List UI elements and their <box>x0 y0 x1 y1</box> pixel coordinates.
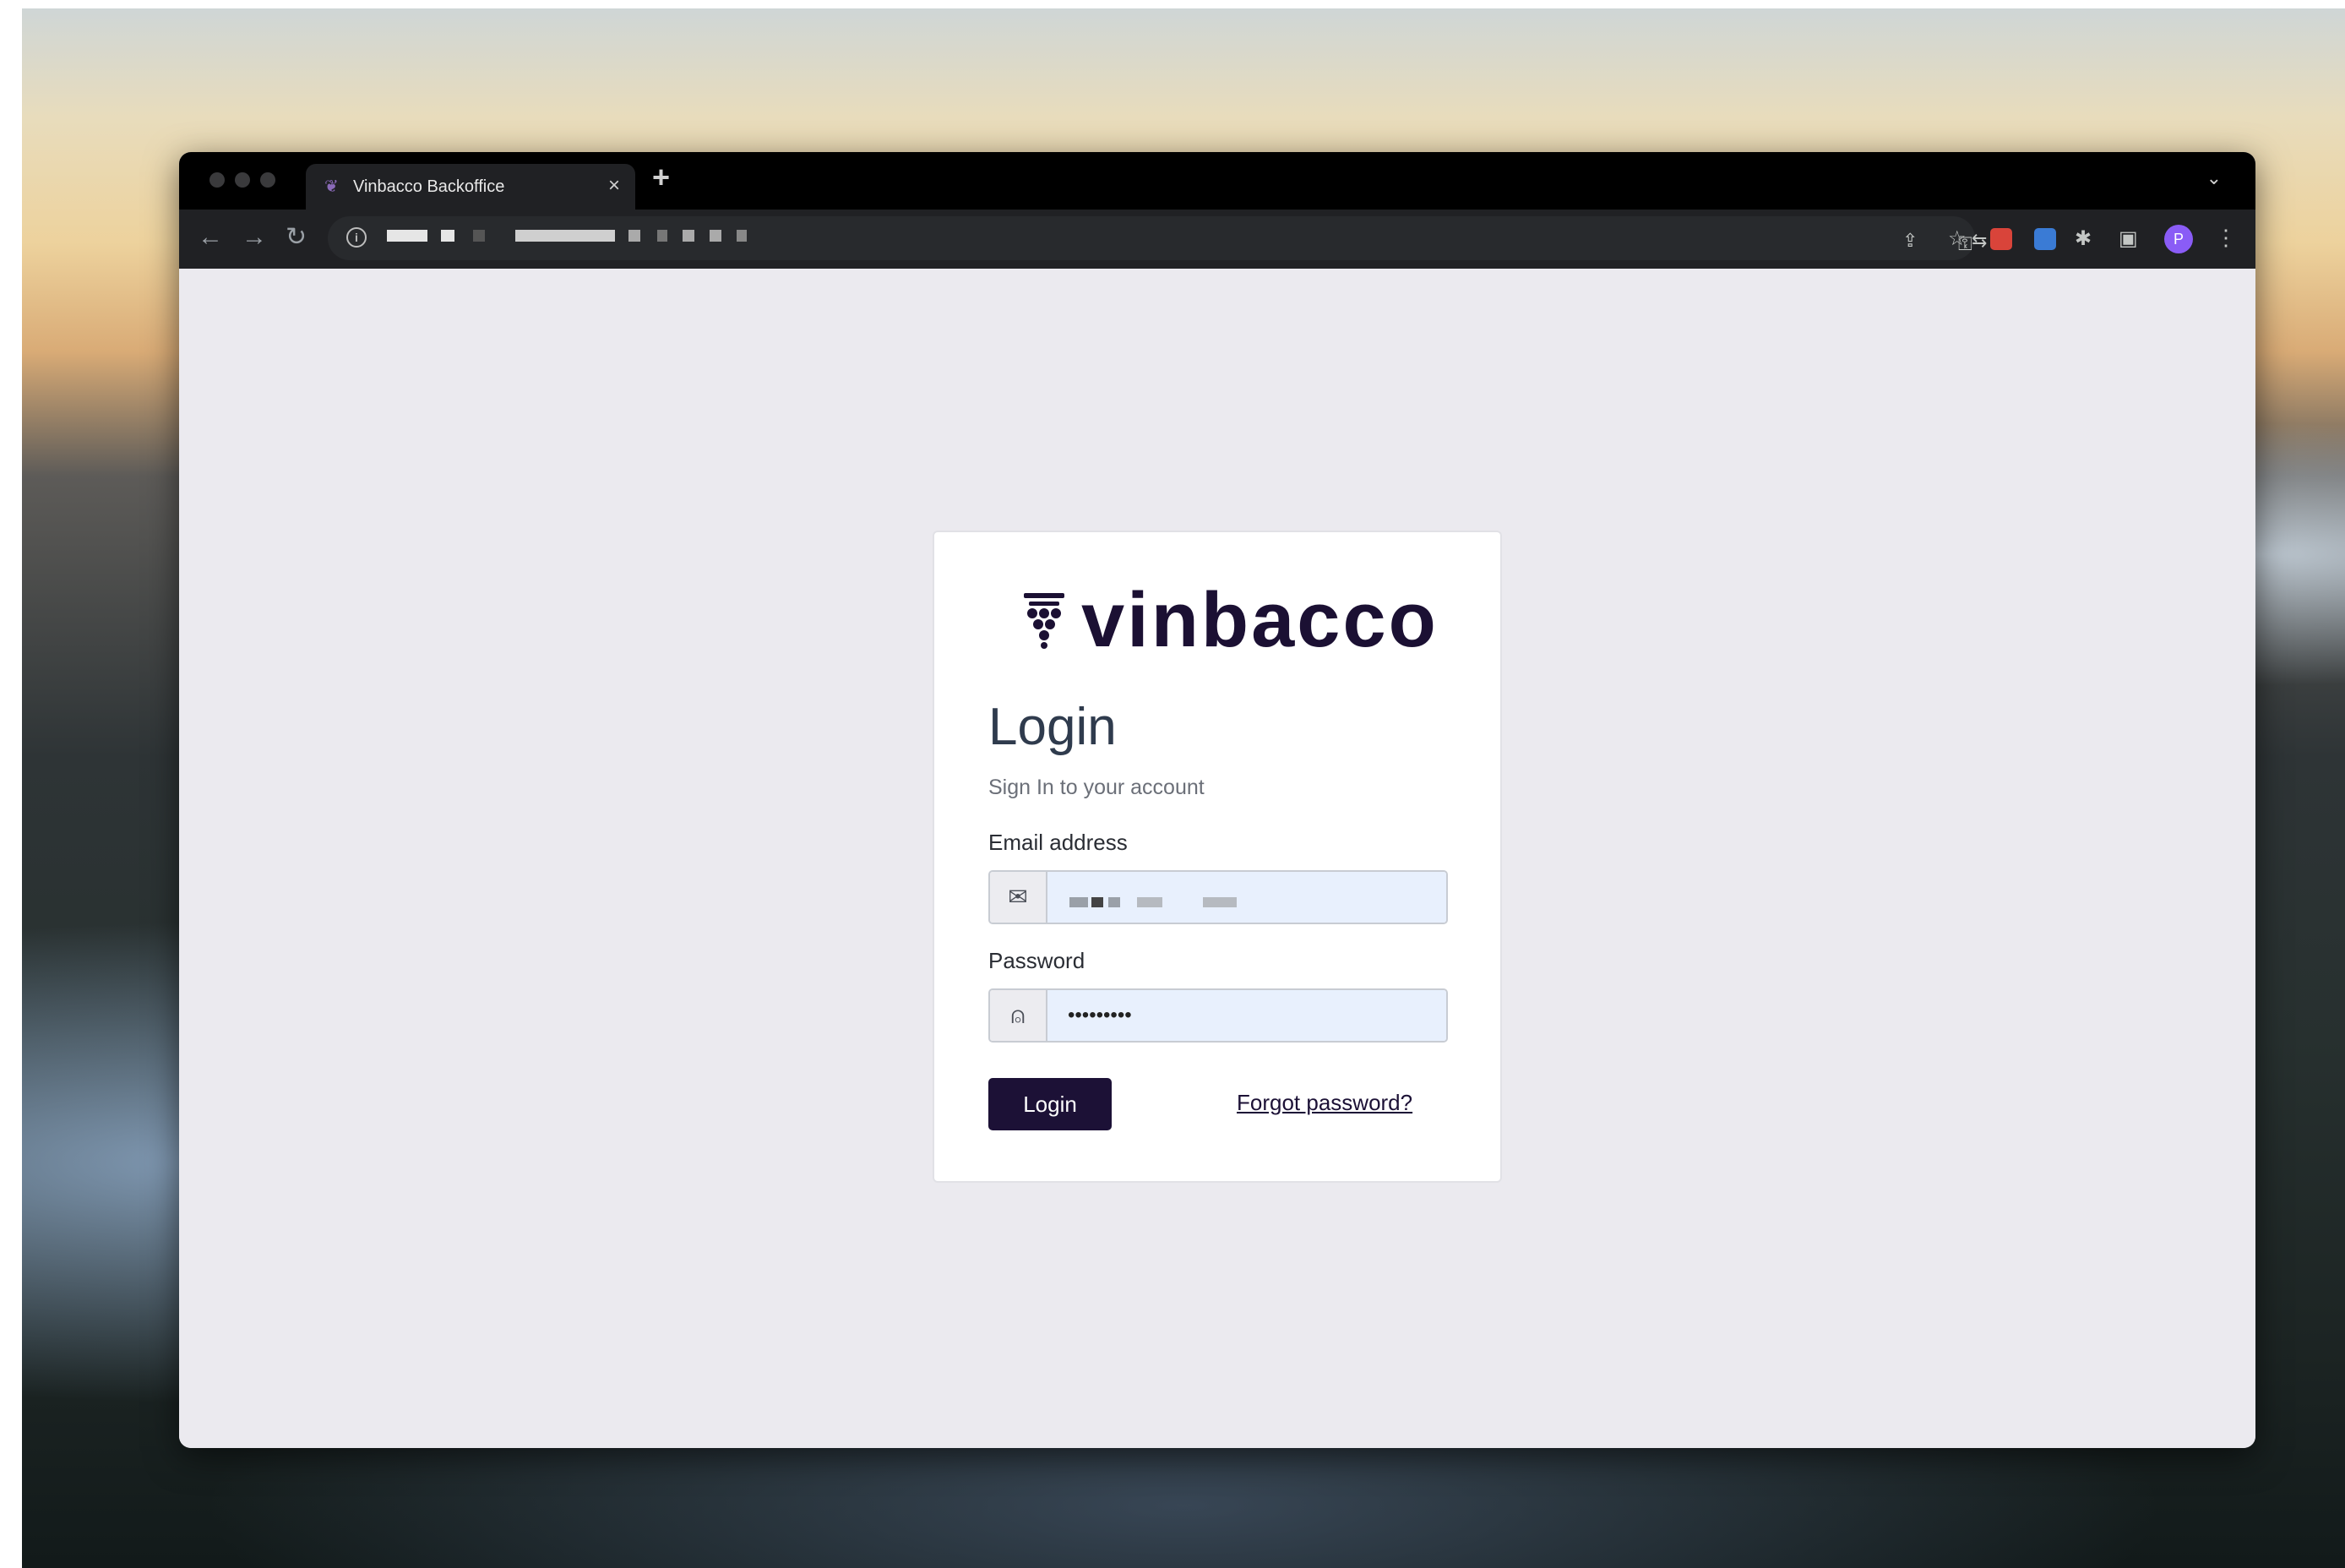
redacted-url-segment <box>515 230 615 242</box>
address-bar[interactable]: i ⚿ <box>328 216 1975 260</box>
login-button[interactable]: Login <box>988 1078 1112 1130</box>
window-zoom-dot[interactable] <box>260 172 275 188</box>
redacted-url-segment <box>657 230 667 242</box>
menu-kebab-icon[interactable]: ⋮ <box>2215 223 2237 252</box>
extension-blue-icon[interactable] <box>2034 228 2056 250</box>
forgot-password-link[interactable]: Forgot password? <box>1237 1090 1412 1116</box>
translate-icon[interactable]: ⇆ <box>1972 226 1987 255</box>
redacted-url-segment <box>473 230 485 242</box>
window-close-dot[interactable] <box>209 172 225 188</box>
profile-avatar[interactable]: P <box>2164 225 2193 253</box>
page-subtitle: Sign In to your account <box>988 776 1205 799</box>
puzzle-icon[interactable]: ✱ <box>2075 225 2092 253</box>
redacted-url-segment <box>737 230 747 242</box>
star-icon[interactable]: ☆ <box>1948 225 1967 253</box>
tab-bar: ❦ Vinbacco Backoffice × + ⌄ <box>179 152 2255 210</box>
grape-logo-icon <box>1024 593 1064 649</box>
login-card: vinbacco Login Sign In to your account E… <box>933 531 1502 1183</box>
redacted-email-segment <box>1069 897 1088 907</box>
redacted-url-segment <box>710 230 721 242</box>
envelope-icon: ✉ <box>990 872 1047 923</box>
email-label: Email address <box>988 830 1128 855</box>
window-minimize-dot[interactable] <box>235 172 250 188</box>
page-title: Login <box>988 698 1117 756</box>
new-tab-icon[interactable]: + <box>652 162 670 193</box>
extension-red-icon[interactable] <box>1990 228 2012 250</box>
grape-favicon-icon: ❦ <box>324 177 339 196</box>
browser-toolbar: ← → ↻ i ⚿ ⇆ ⇪ ☆ ✱ ▣ P ⋮ <box>179 210 2255 269</box>
redacted-email-segment <box>1108 897 1120 907</box>
email-input-group: ✉ <box>988 870 1448 924</box>
redacted-url-segment <box>387 230 427 242</box>
lock-icon: ⍝ <box>990 990 1047 1041</box>
page-content: vinbacco Login Sign In to your account E… <box>179 269 2255 1448</box>
redacted-email-segment <box>1137 897 1162 907</box>
password-field[interactable] <box>1047 990 1446 1041</box>
site-info-icon[interactable]: i <box>346 227 367 248</box>
desktop-wallpaper: ❦ Vinbacco Backoffice × + ⌄ ← → ↻ i ⚿ ⇆ … <box>22 8 2345 1568</box>
tab-vinbacco-backoffice[interactable]: ❦ Vinbacco Backoffice × <box>306 164 635 210</box>
redacted-url-segment <box>628 230 640 242</box>
tab-title: Vinbacco Backoffice <box>353 177 505 196</box>
tab-close-icon[interactable]: × <box>608 174 620 198</box>
brand-name: vinbacco <box>1081 577 1439 663</box>
back-icon[interactable]: ← <box>198 223 223 252</box>
email-field[interactable] <box>1047 872 1446 923</box>
redacted-email-segment <box>1203 897 1237 907</box>
browser-window: ❦ Vinbacco Backoffice × + ⌄ ← → ↻ i ⚿ ⇆ … <box>179 152 2255 1448</box>
side-panel-icon[interactable]: ▣ <box>2119 225 2138 253</box>
redacted-email-segment <box>1091 897 1103 907</box>
password-label: Password <box>988 948 1085 973</box>
share-icon[interactable]: ⇪ <box>1902 226 1918 255</box>
reload-icon[interactable]: ↻ <box>286 223 307 252</box>
tab-search-chevron-icon[interactable]: ⌄ <box>2206 167 2222 189</box>
redacted-url-segment <box>683 230 694 242</box>
vinbacco-logo: vinbacco <box>1022 578 1436 662</box>
password-input-group: ⍝ <box>988 988 1448 1043</box>
redacted-url-segment <box>441 230 454 242</box>
forward-icon[interactable]: → <box>242 223 267 252</box>
